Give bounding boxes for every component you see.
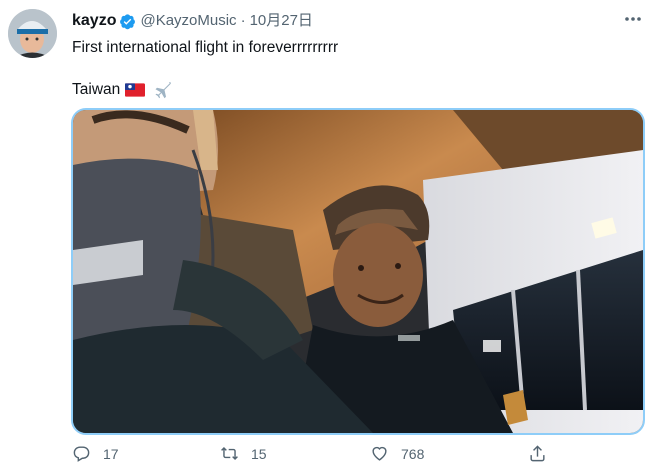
tweet-date[interactable]: 10月27日 [250,11,313,31]
reply-icon [73,446,90,462]
more-dots-glyph [625,17,641,21]
header-separator: · [240,12,246,29]
like-button[interactable]: 768 [370,444,424,463]
tweet-photo[interactable] [71,108,645,435]
avatar-image [8,9,57,58]
tweet-actions: 17 15 768 [72,444,552,470]
taiwan-flag-emoji [125,83,146,97]
tweet-text-line1: First international flight in foreverrrr… [72,39,339,56]
retweet-count: 15 [251,445,267,462]
airplane-emoji [155,82,172,99]
photo-image [73,110,643,433]
more-options-icon[interactable] [620,8,646,30]
tweet-text-taiwan: Taiwan [72,81,121,98]
reply-count: 17 [103,445,119,462]
reply-button[interactable]: 17 [72,444,119,463]
tweet-header: kayzo @KayzoMusic · 10月27日 [72,10,646,32]
author-handle[interactable]: @KayzoMusic [140,11,236,31]
share-icon [530,445,545,462]
author-avatar[interactable] [8,9,57,58]
tweet-text-line2: Taiwan [72,80,173,100]
like-icon [372,446,387,461]
tweet-card[interactable]: kayzo @KayzoMusic · 10月27日 First interna… [0,0,656,466]
retweet-button[interactable]: 15 [220,444,267,463]
like-count: 768 [401,445,425,462]
share-button[interactable] [528,444,559,463]
verified-badge-icon [120,13,136,29]
author-name[interactable]: kayzo [72,11,116,31]
retweet-icon [221,446,238,461]
